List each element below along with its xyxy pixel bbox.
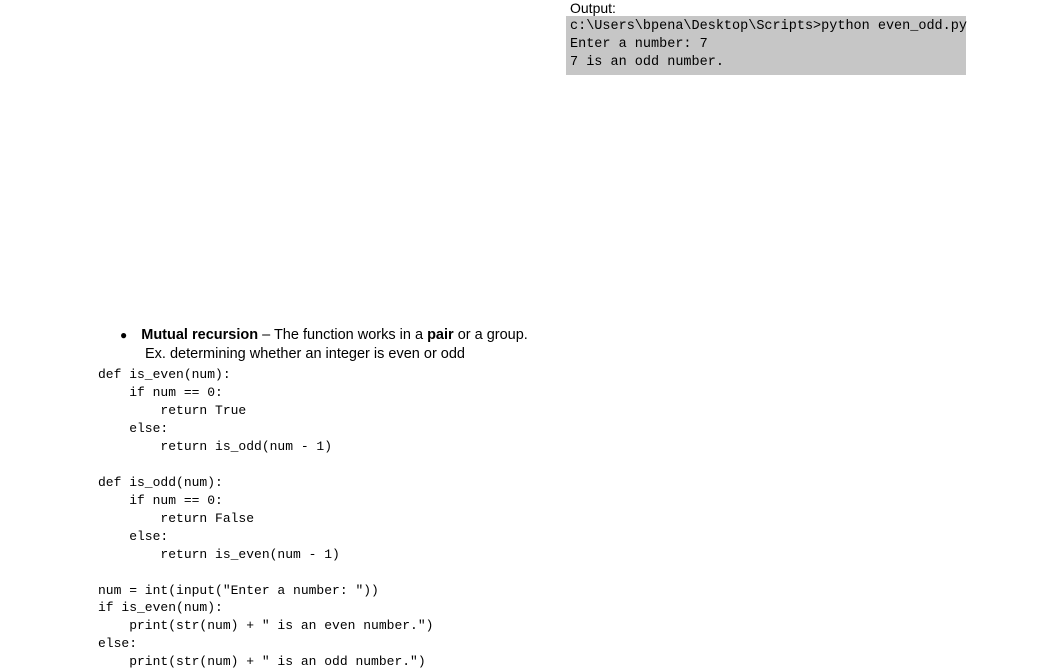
- terminal-line: c:\Users\bpena\Desktop\Scripts>python ev…: [570, 19, 967, 34]
- bullet-dot-icon: ●: [120, 328, 127, 342]
- bullet-term: Mutual recursion: [141, 327, 258, 343]
- bullet-def-part1: The function works in a: [274, 327, 427, 343]
- terminal-line: 7 is an odd number.: [570, 55, 724, 70]
- bullet-dash: –: [258, 327, 274, 343]
- bullet-pair: pair: [427, 327, 454, 343]
- bullet-text: Mutual recursion – The function works in…: [141, 325, 528, 345]
- output-terminal: c:\Users\bpena\Desktop\Scripts>python ev…: [566, 16, 966, 75]
- output-section: Output: c:\Users\bpena\Desktop\Scripts>p…: [566, 0, 966, 75]
- content-section: ● Mutual recursion – The function works …: [98, 325, 618, 671]
- output-label: Output:: [566, 0, 966, 16]
- code-block: def is_even(num): if num == 0: return Tr…: [98, 366, 618, 671]
- bullet-def-part2: or a group.: [454, 327, 528, 343]
- bullet-item: ● Mutual recursion – The function works …: [98, 325, 618, 345]
- terminal-line: Enter a number: 7: [570, 37, 708, 52]
- example-text: Ex. determining whether an integer is ev…: [145, 346, 618, 362]
